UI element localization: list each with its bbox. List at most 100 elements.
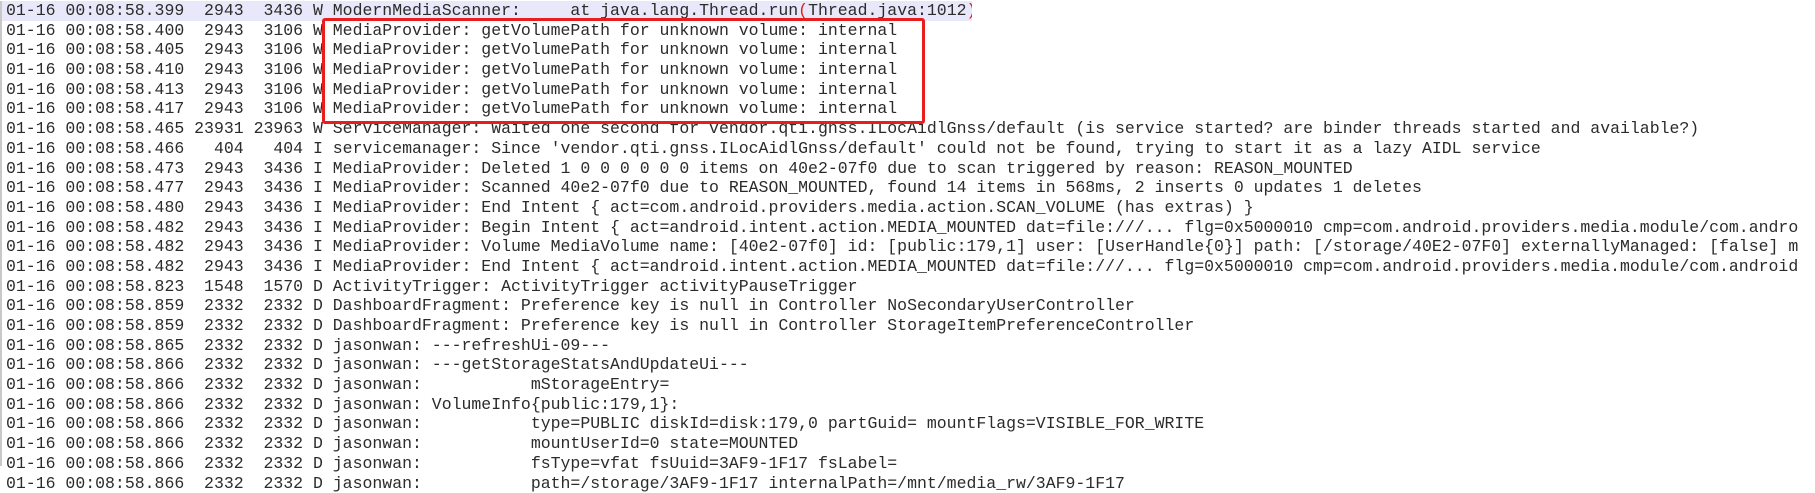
log-level: D [313, 434, 323, 453]
log-time: 00:08:58.866 [65, 474, 184, 493]
matched-paren-close: ) [967, 1, 972, 20]
log-tid: 1570 [254, 277, 304, 297]
log-pid: 2943 [194, 198, 244, 218]
log-time: 00:08:58.482 [65, 218, 184, 237]
log-date: 01-16 [6, 257, 56, 276]
log-line[interactable]: 01-16 00:08:58.410 2943 3106 W MediaProv… [2, 60, 1815, 80]
log-line[interactable]: 01-16 00:08:58.866 2332 2332 D jasonwan:… [2, 454, 1815, 474]
log-time: 00:08:58.417 [65, 99, 184, 118]
log-message: jasonwan: VolumeInfo{public:179,1}: [333, 395, 680, 414]
log-level: I [313, 198, 323, 217]
log-line[interactable]: 01-16 00:08:58.413 2943 3106 W MediaProv… [2, 80, 1815, 100]
log-time: 00:08:58.866 [65, 434, 184, 453]
log-line[interactable]: 01-16 00:08:58.859 2332 2332 D Dashboard… [2, 316, 1815, 336]
log-tid: 3106 [254, 60, 304, 80]
log-date: 01-16 [6, 395, 56, 414]
log-date: 01-16 [6, 296, 56, 315]
log-date: 01-16 [6, 218, 56, 237]
log-line[interactable]: 01-16 00:08:58.417 2943 3106 W MediaProv… [2, 99, 1815, 119]
log-level: W [313, 80, 323, 99]
log-time: 00:08:58.413 [65, 80, 184, 99]
log-time: 00:08:58.399 [65, 1, 184, 20]
log-date: 01-16 [6, 119, 56, 138]
log-level: D [313, 474, 323, 493]
log-message: MediaProvider: getVolumePath for unknown… [333, 60, 897, 79]
log-tid: 3106 [254, 99, 304, 119]
log-line[interactable]: 01-16 00:08:58.482 2943 3436 I MediaProv… [2, 237, 1815, 257]
log-line[interactable]: 01-16 00:08:58.399 2943 3436 W ModernMed… [2, 1, 972, 21]
log-date: 01-16 [6, 336, 56, 355]
log-line[interactable]: 01-16 00:08:58.400 2943 3106 W MediaProv… [2, 21, 1815, 41]
log-pid: 2943 [194, 218, 244, 238]
log-tid: 3106 [254, 21, 304, 41]
log-line[interactable]: 01-16 00:08:58.823 1548 1570 D ActivityT… [2, 277, 1815, 297]
log-tid: 3436 [254, 198, 304, 218]
log-time: 00:08:58.482 [65, 237, 184, 256]
log-level: D [313, 375, 323, 394]
log-message: MediaProvider: Scanned 40e2-07f0 due to … [333, 178, 1422, 197]
log-date: 01-16 [6, 40, 56, 59]
log-tid: 2332 [254, 454, 304, 474]
log-level: W [313, 99, 323, 118]
log-time: 00:08:58.477 [65, 178, 184, 197]
log-line[interactable]: 01-16 00:08:58.473 2943 3436 I MediaProv… [2, 159, 1815, 179]
log-time: 00:08:58.866 [65, 414, 184, 433]
log-line[interactable]: 01-16 00:08:58.865 2332 2332 D jasonwan:… [2, 336, 1815, 356]
log-level: I [313, 218, 323, 237]
log-message: jasonwan: mountUserId=0 state=MOUNTED [333, 434, 798, 453]
log-line[interactable]: 01-16 00:08:58.466 404 404 I servicemana… [2, 139, 1815, 159]
log-message: ServiceManager: Waited one second for ve… [333, 119, 1699, 138]
log-date: 01-16 [6, 139, 56, 158]
log-line[interactable]: 01-16 00:08:58.866 2332 2332 D jasonwan:… [2, 434, 1815, 454]
log-level: D [313, 316, 323, 335]
log-level: W [313, 1, 323, 20]
log-line[interactable]: 01-16 00:08:58.482 2943 3436 I MediaProv… [2, 218, 1815, 238]
log-line[interactable]: 01-16 00:08:58.859 2332 2332 D Dashboard… [2, 296, 1815, 316]
log-pid: 2332 [194, 316, 244, 336]
log-tid: 3436 [254, 237, 304, 257]
log-level: I [313, 139, 323, 158]
log-message: MediaProvider: getVolumePath for unknown… [333, 40, 897, 59]
log-message-part: Thread.java:1012 [808, 1, 966, 20]
log-line[interactable]: 01-16 00:08:58.866 2332 2332 D jasonwan:… [2, 375, 1815, 395]
log-tid: 404 [254, 139, 304, 159]
log-time: 00:08:58.400 [65, 21, 184, 40]
log-message: jasonwan: ---refreshUi-09--- [333, 336, 610, 355]
log-tid: 2332 [254, 414, 304, 434]
log-date: 01-16 [6, 159, 56, 178]
log-level: W [313, 40, 323, 59]
log-line[interactable]: 01-16 00:08:58.480 2943 3436 I MediaProv… [2, 198, 1815, 218]
log-message: ModernMediaScanner: at java.lang.Thread.… [333, 1, 798, 20]
log-tid: 2332 [254, 355, 304, 375]
log-pid: 2332 [194, 336, 244, 356]
log-pid: 2943 [194, 40, 244, 60]
log-time: 00:08:58.859 [65, 316, 184, 335]
log-time: 00:08:58.466 [65, 139, 184, 158]
log-tid: 2332 [254, 434, 304, 454]
log-viewer[interactable]: 01-16 00:08:58.399 2943 3436 W ModernMed… [0, 1, 1815, 466]
log-date: 01-16 [6, 316, 56, 335]
log-line[interactable]: 01-16 00:08:58.866 2332 2332 D jasonwan:… [2, 414, 1815, 434]
log-line[interactable]: 01-16 00:08:58.482 2943 3436 I MediaProv… [2, 257, 1815, 277]
log-message: jasonwan: fsType=vfat fsUuid=3AF9-1F17 f… [333, 454, 897, 473]
log-pid: 2943 [194, 178, 244, 198]
log-message: DashboardFragment: Preference key is nul… [333, 316, 1194, 335]
log-pid: 404 [194, 139, 244, 159]
log-line[interactable]: 01-16 00:08:58.866 2332 2332 D jasonwan:… [2, 474, 1815, 493]
log-time: 00:08:58.859 [65, 296, 184, 315]
log-pid: 2943 [194, 21, 244, 41]
log-tid: 2332 [254, 296, 304, 316]
log-line[interactable]: 01-16 00:08:58.405 2943 3106 W MediaProv… [2, 40, 1815, 60]
log-line[interactable]: 01-16 00:08:58.465 23931 23963 W Service… [2, 119, 1815, 139]
log-tid: 3436 [254, 1, 304, 21]
log-line[interactable]: 01-16 00:08:58.866 2332 2332 D jasonwan:… [2, 395, 1815, 415]
log-line[interactable]: 01-16 00:08:58.477 2943 3436 I MediaProv… [2, 178, 1815, 198]
log-time: 00:08:58.410 [65, 60, 184, 79]
log-pid: 2943 [194, 159, 244, 179]
log-line[interactable]: 01-16 00:08:58.866 2332 2332 D jasonwan:… [2, 355, 1815, 375]
log-date: 01-16 [6, 277, 56, 296]
log-date: 01-16 [6, 355, 56, 374]
log-date: 01-16 [6, 21, 56, 40]
log-date: 01-16 [6, 80, 56, 99]
log-message: MediaProvider: End Intent { act=android.… [333, 257, 1798, 276]
